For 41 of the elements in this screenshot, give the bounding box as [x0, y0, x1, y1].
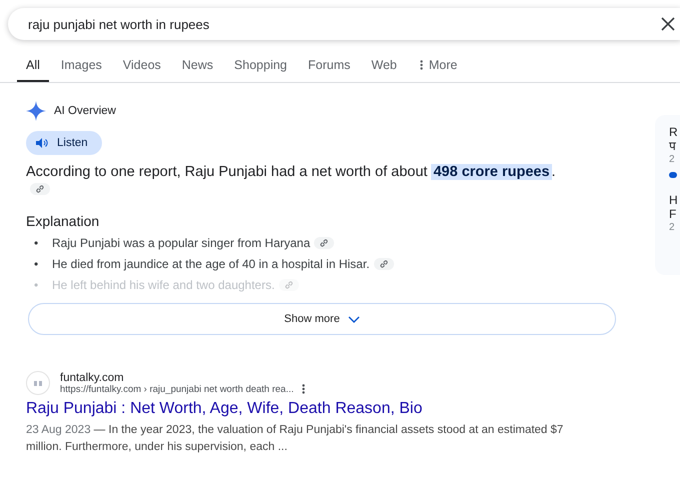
quote-icon — [34, 380, 42, 386]
card-text: प — [669, 139, 677, 153]
listen-button[interactable]: Listen — [26, 131, 102, 155]
bullet-marker: • — [34, 256, 40, 272]
more-icon[interactable] — [302, 384, 305, 394]
close-icon[interactable] — [661, 17, 675, 31]
card-text: 2 — [669, 221, 676, 235]
card-text: F — [669, 207, 678, 221]
bullet-text: He left behind his wife and two daughters. — [52, 277, 275, 293]
card-text: 2 — [669, 153, 676, 167]
card-text: R — [669, 125, 679, 139]
chevron-down-icon — [348, 316, 360, 322]
tab[interactable]: Shopping — [225, 50, 296, 82]
source-link-button[interactable] — [314, 237, 334, 249]
site-name: funtalky.com — [60, 372, 125, 384]
result-title-link[interactable]: Raju Punjabi : Net Worth, Age, Wife, Death Reason, Bio — [26, 400, 680, 418]
sparkle-icon — [26, 101, 46, 121]
result-url: https://funtalky.com › raju_punjabi net worth death rea... — [60, 384, 294, 394]
tab[interactable]: News — [172, 50, 222, 82]
show-more-button[interactable]: Show more — [28, 303, 616, 335]
tab[interactable]: Videos — [114, 50, 170, 82]
summary-text: According to one report, Raju Punjabi had a net worth of about 498 crore rupees. — [26, 164, 556, 180]
card-text: H — [669, 193, 679, 207]
tab[interactable]: Web — [362, 50, 406, 82]
section-title: AI Overview — [54, 105, 116, 117]
speaker-icon — [36, 138, 48, 148]
tab[interactable]: Forums — [299, 50, 360, 82]
section-heading: Explanation — [26, 213, 100, 229]
bullet-marker: • — [34, 277, 40, 293]
more-icon — [420, 60, 423, 70]
tab[interactable]: More — [410, 50, 466, 82]
bullet-marker: • — [34, 235, 40, 251]
source-link-button[interactable] — [374, 258, 394, 270]
bullet-text: He died from jaundice at the age of 40 in a hospital in Hisar. — [52, 256, 370, 272]
tab[interactable]: Images — [52, 50, 111, 82]
bullet-text: Raju Punjabi was a popular singer from Haryana — [52, 235, 310, 251]
source-link-button[interactable] — [30, 183, 50, 196]
result-snippet: 23 Aug 2023 — In the year 2023, the valuation of Raju Punjabi's financial assets stood at an estimated $7 million. Furthermore, under his supervision, each ... — [26, 423, 564, 455]
tab[interactable]: All — [17, 50, 49, 82]
search-field[interactable]: raju punjabi net worth in rupees — [8, 8, 680, 40]
source-card[interactable]: R प 2 H F 2 — [655, 115, 680, 275]
